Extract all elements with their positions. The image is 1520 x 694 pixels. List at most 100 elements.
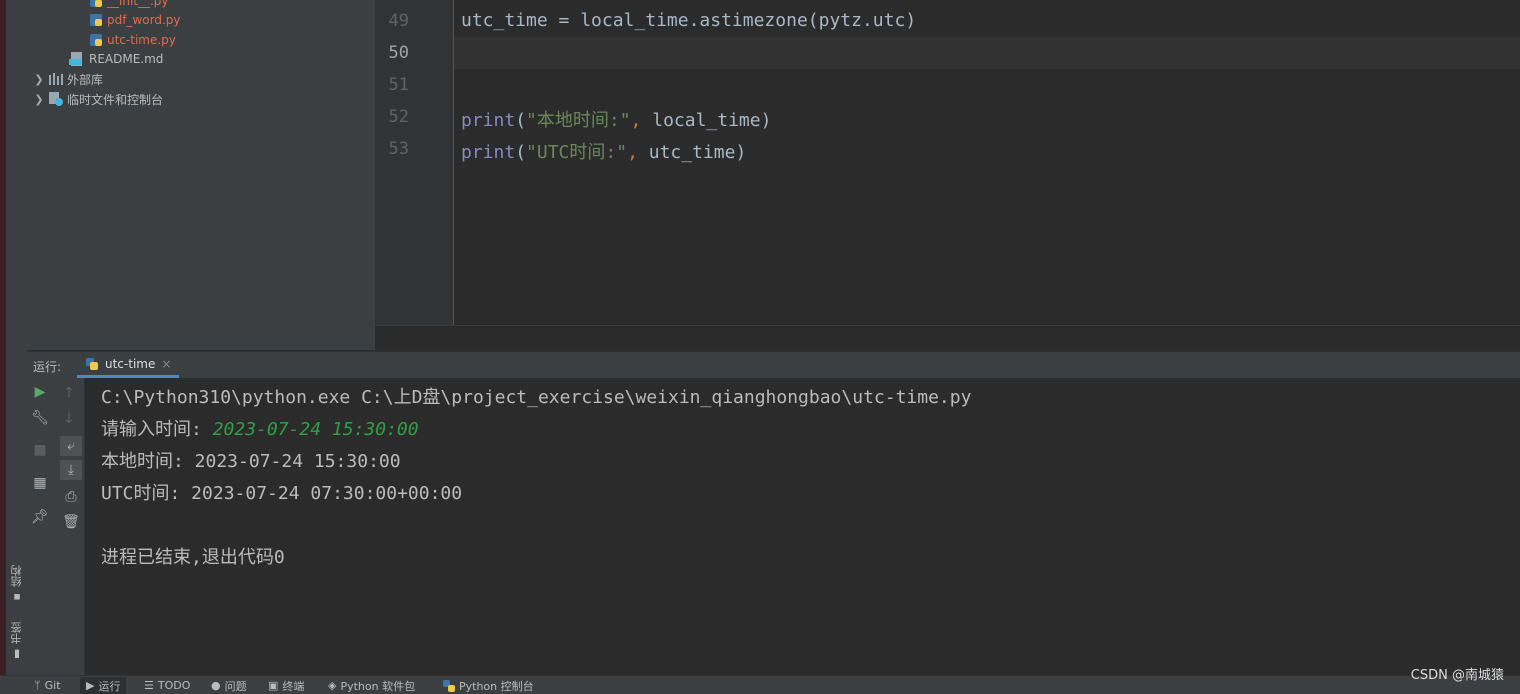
line-number: 51 <box>388 75 409 95</box>
git-branch-icon: ᛘ <box>34 679 41 692</box>
tree-folder-label: 外部库 <box>67 72 104 87</box>
console-local-output: 本地时间: 2023-07-24 15:30:00 <box>101 451 401 472</box>
python-icon <box>85 357 99 371</box>
chevron-right-icon[interactable]: ❯ <box>33 73 45 86</box>
problems-icon: ● <box>211 679 221 692</box>
console-command-line: C:\Python310\python.exe C:\上D盘\project_e… <box>101 387 972 408</box>
run-toolbar-primary: ▶ 🔧︎ ■ ▦ 📌︎ <box>27 378 53 675</box>
code-line[interactable]: 51 <box>375 69 1520 101</box>
packages-icon: ◈ <box>328 679 337 692</box>
layout-icon[interactable]: ▦ <box>31 474 49 492</box>
console-input-line: 请输入时间: 2023-07-24 15:30:00 <box>101 415 419 441</box>
tree-file-label: __init__.py <box>107 0 169 8</box>
stop-icon[interactable]: ■ <box>31 441 49 459</box>
structure-icon: ▪ <box>10 591 24 604</box>
code-token: ( <box>515 142 527 163</box>
tool-window-label: 问题 <box>224 679 247 693</box>
code-token: , <box>627 142 638 163</box>
tree-folder-label: 临时文件和控制台 <box>67 92 164 107</box>
line-number: 49 <box>388 11 409 31</box>
left-tool-strip: ▪ 结构 ▮ 书签 <box>6 0 28 675</box>
code-text: print("本地时间:", local_time) <box>461 106 771 132</box>
tool-window-python-console[interactable]: Python 控制台 <box>437 677 540 694</box>
tree-scratches[interactable]: ❯ 临时文件和控制台 <box>33 89 163 109</box>
tool-window-label: 运行 <box>98 679 121 693</box>
arrow-down-icon[interactable]: ↓ <box>60 410 78 428</box>
terminal-icon: ▣ <box>268 679 279 692</box>
code-token: ( <box>515 110 527 131</box>
line-number: 52 <box>388 107 409 127</box>
code-token: "本地时间:" <box>526 110 631 131</box>
chevron-right-icon[interactable]: ❯ <box>33 93 45 106</box>
bottom-tool-window-bar: ᛘ Git ▶ 运行 ☰ TODO ● 问题 ▣ 终端 ◈ Python 软件包… <box>0 675 1520 694</box>
soft-wrap-icon[interactable]: ⤶ <box>60 436 82 456</box>
markdown-file-icon <box>69 52 85 66</box>
scroll-to-end-icon[interactable]: ⤓ <box>60 460 82 480</box>
library-icon <box>49 73 63 85</box>
editor-bottom-area <box>375 325 1520 351</box>
tree-file-pdf-word[interactable]: pdf_word.py <box>89 10 181 30</box>
tool-window-git[interactable]: ᛘ Git <box>28 677 67 694</box>
csdn-watermark: CSDN @南城猿 <box>1410 668 1504 683</box>
run-icon: ▶ <box>86 679 95 692</box>
code-token: utc_time) <box>637 142 747 163</box>
project-tree-panel: __init__.py pdf_word.py utc-time.py READ… <box>27 0 375 350</box>
code-token: "UTC时间:" <box>526 142 628 163</box>
console-user-input: 2023-07-24 15:30:00 <box>212 419 419 440</box>
tree-file-readme[interactable]: README.md <box>69 49 163 69</box>
python-file-icon <box>89 13 103 27</box>
tree-file-utc-time[interactable]: utc-time.py <box>89 30 176 50</box>
tool-window-run[interactable]: ▶ 运行 <box>80 677 127 694</box>
run-console-output[interactable]: C:\Python310\python.exe C:\上D盘\project_e… <box>85 378 1520 675</box>
line-number: 50 <box>388 43 409 63</box>
code-editor[interactable]: 49 utc_time = local_time.astimezone(pytz.… <box>375 0 1520 325</box>
bookmark-icon: ▮ <box>10 648 24 661</box>
python-icon <box>443 679 455 692</box>
run-toolbar-secondary: ↑ ↓ ⤶ ⤓ ⎙ 🗑︎ <box>53 378 85 675</box>
line-number: 53 <box>388 139 409 159</box>
tree-file-label: utc-time.py <box>107 33 176 47</box>
structure-tool-label: 结构 <box>10 565 23 587</box>
console-utc-output: UTC时间: 2023-07-24 07:30:00+00:00 <box>101 483 463 504</box>
code-line[interactable]: 49 utc_time = local_time.astimezone(pytz.… <box>375 5 1520 37</box>
code-line[interactable]: 50 <box>389 37 1520 69</box>
code-text: utc_time = local_time.astimezone(pytz.ut… <box>461 10 916 31</box>
rerun-icon[interactable]: ▶ <box>31 383 49 401</box>
tool-window-label: Python 软件包 <box>340 679 416 693</box>
tool-window-todo[interactable]: ☰ TODO <box>138 677 196 694</box>
trash-icon[interactable]: 🗑︎ <box>62 513 80 531</box>
todo-list-icon: ☰ <box>144 679 154 692</box>
code-token: utc_time = local_time.astimezone(pytz.ut… <box>461 10 917 31</box>
print-icon[interactable]: ⎙ <box>62 488 80 506</box>
code-line[interactable]: 53 print("UTC时间:", utc_time) <box>375 133 1520 165</box>
run-tab-utc-time[interactable]: utc-time × <box>77 352 180 378</box>
run-tab-label: utc-time <box>105 356 156 371</box>
code-token: print <box>461 142 516 163</box>
tree-external-libraries[interactable]: ❯ 外部库 <box>33 69 103 89</box>
bookmarks-tool-button[interactable]: ▮ 书签 <box>8 622 26 661</box>
tool-window-label: Git <box>44 679 61 692</box>
run-panel-label: 运行: <box>33 360 62 374</box>
close-icon[interactable]: × <box>161 357 171 371</box>
tool-window-label: Python 控制台 <box>459 679 534 693</box>
wrench-icon[interactable]: 🔧︎ <box>31 409 49 427</box>
code-line[interactable]: 52 print("本地时间:", local_time) <box>375 101 1520 133</box>
structure-tool-button[interactable]: ▪ 结构 <box>8 565 26 604</box>
pin-icon[interactable]: 📌︎ <box>31 508 49 526</box>
tool-window-label: 终端 <box>282 679 305 693</box>
code-token: print <box>461 110 516 131</box>
tool-window-label: TODO <box>157 679 191 692</box>
tree-file-label: pdf_word.py <box>107 13 181 27</box>
scratch-console-icon <box>49 92 63 106</box>
bookmarks-tool-label: 书签 <box>10 622 23 644</box>
code-text: print("UTC时间:", utc_time) <box>461 138 746 164</box>
code-token: local_time) <box>641 110 772 131</box>
code-token: , <box>630 110 642 131</box>
tool-window-python-packages[interactable]: ◈ Python 软件包 <box>322 677 421 694</box>
tool-window-problems[interactable]: ● 问题 <box>205 677 253 694</box>
console-exit-message: 进程已结束,退出代码0 <box>101 547 285 568</box>
console-prompt: 请输入时间: <box>101 419 213 440</box>
tool-window-terminal[interactable]: ▣ 终端 <box>262 677 310 694</box>
tree-file-label: README.md <box>89 52 164 66</box>
arrow-up-icon[interactable]: ↑ <box>60 384 78 402</box>
